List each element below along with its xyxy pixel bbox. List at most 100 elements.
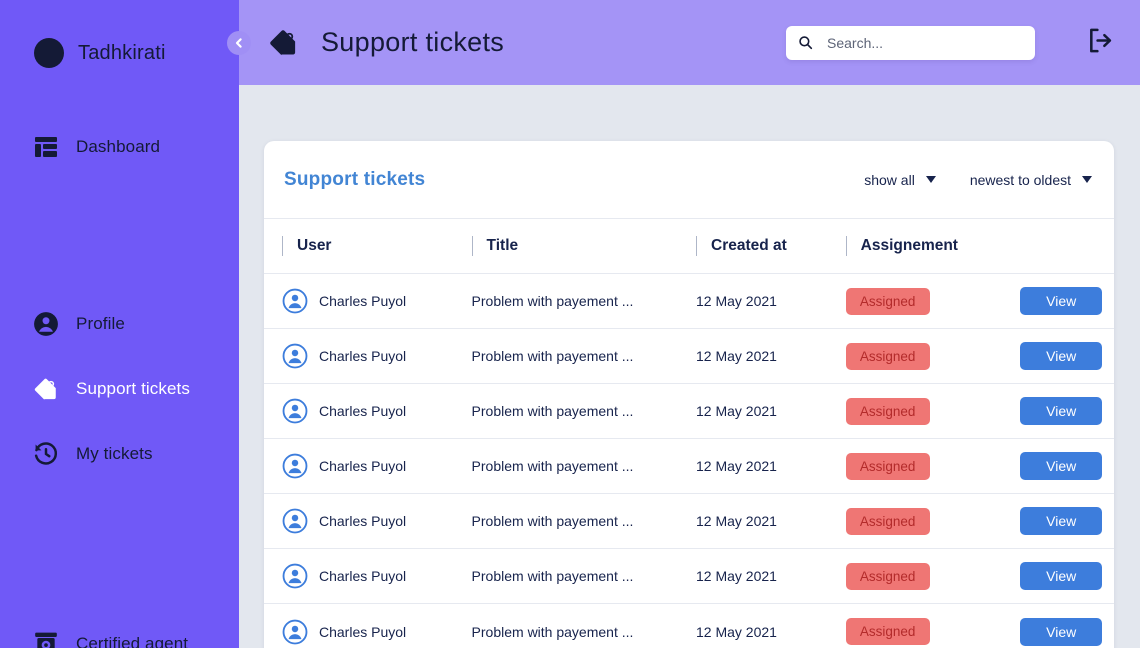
logout-icon [1086, 26, 1115, 60]
status-badge: Assigned [845, 287, 930, 315]
circle-logo-icon [34, 38, 64, 68]
sort-dropdown[interactable]: newest to oldest [970, 172, 1092, 188]
avatar-icon [282, 343, 308, 369]
page-title: Support tickets [321, 27, 505, 57]
cell-user: Charles Puyol [264, 563, 472, 589]
user-name: Charles Puyol [319, 458, 407, 474]
cell-title: Problem with payement ... [471, 513, 634, 529]
status-badge: Assigned [845, 397, 930, 425]
chevron-down-icon [925, 176, 936, 183]
search-input[interactable] [827, 34, 1027, 51]
table-row[interactable]: Charles Puyol Problem with payement ... 12… [264, 274, 1114, 329]
search-container [786, 25, 1035, 60]
cell-user: Charles Puyol [264, 453, 472, 479]
avatar-icon [282, 563, 308, 589]
avatar-icon [282, 453, 308, 479]
status-badge: Assigned [845, 342, 930, 370]
cell-assignment: Assigned [845, 507, 1021, 535]
avatar-icon [282, 398, 308, 424]
cell-title: Problem with payement ... [471, 403, 634, 419]
sidebar-item-label: My tickets [76, 444, 153, 463]
tag-icon [266, 26, 300, 60]
table-row[interactable]: Charles Puyol Problem with payement ... 12… [264, 494, 1114, 549]
column-header-assignment[interactable]: Assignement [846, 233, 1021, 259]
tag-icon [32, 375, 60, 403]
sidebar-item-support-tickets[interactable]: Support tickets [0, 369, 239, 409]
sidebar-item-label: Profile [76, 314, 125, 333]
table-row[interactable]: Charles Puyol Problem with payement ... 12… [264, 384, 1114, 439]
column-header-user[interactable]: User [264, 233, 472, 259]
cell-title: Problem with payement ... [471, 348, 634, 364]
table-row[interactable]: Charles Puyol Problem with payement ... 12… [264, 549, 1114, 604]
table-row[interactable]: Charles Puyol Problem with payement ... 12… [264, 329, 1114, 384]
table-header-row: User Title Created at Assignement [264, 219, 1114, 274]
status-badge: Assigned [845, 618, 930, 645]
sidebar-item-certified-agent[interactable]: Certified agent [0, 624, 239, 648]
cell-assignment: Assigned [845, 287, 1021, 315]
sidebar-item-dashboard[interactable]: Dashboard [0, 127, 239, 167]
card-controls: show all newest to oldest [864, 172, 1092, 188]
brand-name: Tadhkirati [78, 41, 166, 64]
table-row[interactable]: Charles Puyol Problem with payement ... 12… [264, 604, 1114, 648]
cell-created-at: 12 May 2021 [696, 348, 777, 364]
cell-user: Charles Puyol [264, 508, 472, 534]
cell-action: View [1020, 397, 1114, 425]
top-header: Support tickets [239, 0, 1140, 85]
cell-created-at: 12 May 2021 [696, 458, 777, 474]
view-button[interactable]: View [1020, 617, 1103, 646]
history-clock-icon [32, 440, 60, 468]
cell-assignment: Assigned [845, 342, 1021, 370]
user-name: Charles Puyol [319, 348, 407, 364]
cell-created-at: 12 May 2021 [696, 513, 777, 529]
search-icon [798, 35, 813, 50]
cell-created-at: 12 May 2021 [696, 568, 777, 584]
cell-created-at: 12 May 2021 [696, 293, 777, 309]
filter-dropdown[interactable]: show all [864, 172, 936, 188]
cell-action: View [1020, 287, 1114, 315]
sidebar-item-profile[interactable]: Profile [0, 304, 239, 344]
cell-user: Charles Puyol [264, 343, 472, 369]
column-header-title[interactable]: Title [472, 233, 696, 259]
table-body: Charles Puyol Problem with payement ... 12… [264, 274, 1114, 648]
cell-action: View [1020, 617, 1114, 646]
view-button[interactable]: View [1020, 562, 1103, 590]
user-name: Charles Puyol [319, 568, 407, 584]
user-name: Charles Puyol [319, 293, 407, 309]
sort-dropdown-label: newest to oldest [969, 171, 1071, 188]
avatar-icon [282, 619, 308, 644]
cell-user: Charles Puyol [264, 288, 472, 314]
avatar-icon [282, 288, 308, 314]
sidebar-item-label: Certified agent [76, 634, 189, 648]
dashboard-icon [32, 133, 60, 161]
view-button[interactable]: View [1020, 342, 1103, 370]
sidebar-item-my-tickets[interactable]: My tickets [0, 434, 239, 474]
cell-action: View [1020, 452, 1114, 480]
cell-title: Problem with payement ... [471, 568, 634, 584]
sidebar: Tadhkirati Dashboard Profile Support tic… [0, 0, 239, 648]
sidebar-item-label: Support tickets [76, 379, 190, 398]
user-circle-icon [32, 310, 60, 338]
view-button[interactable]: View [1020, 507, 1103, 535]
cell-action: View [1020, 562, 1114, 590]
sidebar-collapse-button[interactable] [227, 31, 251, 55]
cell-created-at: 12 May 2021 [696, 403, 777, 419]
cell-action: View [1020, 507, 1114, 535]
column-header-created-at[interactable]: Created at [696, 233, 846, 259]
card-header: Support tickets show all newest to oldes… [264, 141, 1114, 219]
table-row[interactable]: Charles Puyol Problem with payement ... 12… [264, 439, 1114, 494]
view-button[interactable]: View [1020, 452, 1103, 480]
user-name: Charles Puyol [319, 513, 407, 529]
chevron-down-icon [1082, 176, 1092, 183]
brand[interactable]: Tadhkirati [0, 0, 239, 76]
cell-assignment: Assigned [845, 562, 1021, 590]
search-box[interactable] [786, 25, 1035, 60]
support-tickets-card: Support tickets show all newest to oldes… [264, 141, 1114, 648]
user-name: Charles Puyol [319, 403, 407, 419]
view-button[interactable]: View [1020, 397, 1103, 425]
view-button[interactable]: View [1020, 287, 1103, 315]
cell-title: Problem with payement ... [471, 458, 634, 474]
status-badge: Assigned [845, 452, 930, 480]
logout-button[interactable] [1084, 27, 1116, 59]
cell-assignment: Assigned [845, 397, 1021, 425]
status-badge: Assigned [845, 562, 930, 590]
